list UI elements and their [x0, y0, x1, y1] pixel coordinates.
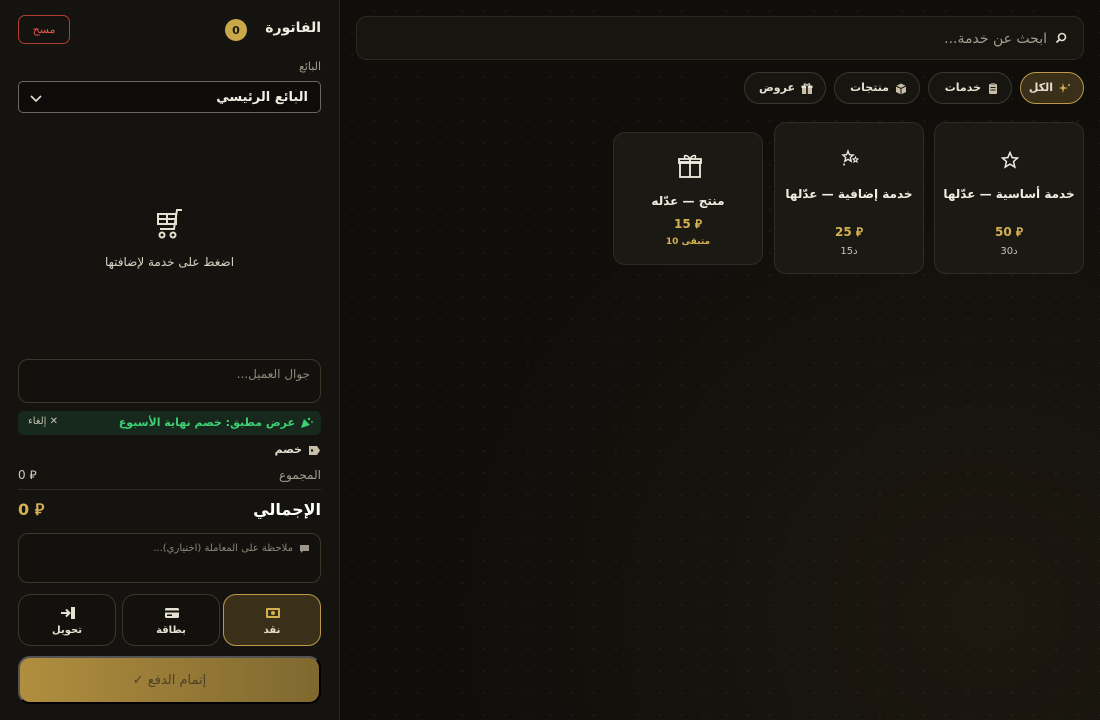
seller-selected-value: البائع الرئيسي — [216, 90, 308, 105]
discount-label: خصم — [274, 443, 302, 456]
party-icon — [301, 417, 313, 428]
payment-card-button[interactable]: بطاقة — [122, 594, 220, 646]
search-icon — [1055, 32, 1067, 44]
sparkle-icon — [1059, 83, 1070, 93]
payment-transfer-label: تحويل — [52, 625, 82, 636]
cart-icon — [157, 209, 182, 239]
filter-chip-label: الكل — [1028, 81, 1053, 94]
product-card[interactable]: خدمة أساسية — عدّلها 50 ⃁ 30د — [934, 122, 1084, 274]
product-card[interactable]: منتج — عدّله 15 ⃁ متبقى 10 — [613, 132, 763, 265]
invoice-panel: الفاتورة 0 مسح البائع البائع الرئيسي اضغ… — [0, 0, 340, 720]
sparkle-stars-icon — [841, 149, 859, 166]
total-label: الإجمالي — [253, 500, 321, 519]
tag-icon — [309, 446, 320, 455]
filter-chip-label: خدمات — [944, 81, 981, 94]
payment-cash-button[interactable]: نقد — [223, 594, 321, 646]
seller-select[interactable]: البائع الرئيسي — [18, 81, 321, 113]
card-name: منتج — عدّله — [651, 194, 725, 208]
empty-cart-message: اضغط على خدمة لإضافتها — [104, 255, 235, 269]
card-icon — [165, 608, 179, 618]
box-icon — [895, 83, 907, 95]
applied-offer-banner: عرض مطبق: خصم نهاية الأسبوع ✕ إلغاء — [18, 411, 321, 435]
total-value: 0 ⃁ — [18, 500, 45, 519]
clipboard-icon — [989, 83, 997, 94]
filter-chip-label: منتجات — [850, 81, 889, 94]
gift-icon — [801, 83, 813, 94]
card-duration: 15د — [840, 246, 858, 257]
filter-chip-offers[interactable]: عروض — [744, 72, 826, 104]
search-bar — [356, 16, 1084, 60]
catalog-area: الكل خدمات منتجات عر — [341, 0, 1100, 720]
invoice-title: الفاتورة — [265, 20, 321, 36]
checkout-button[interactable]: إتمام الدفع ✓ — [18, 656, 321, 704]
star-icon — [1001, 151, 1019, 169]
card-price: 50 ⃁ — [994, 225, 1023, 239]
card-price: 15 ⃁ — [673, 217, 702, 231]
filter-chip-services[interactable]: خدمات — [928, 72, 1012, 104]
card-name: خدمة إضافية — عدّلها — [785, 187, 913, 201]
subtotal-label: المجموع — [279, 468, 321, 482]
cash-icon — [266, 608, 280, 618]
transfer-icon — [61, 607, 75, 619]
payment-cash-label: نقد — [263, 625, 281, 636]
cancel-offer-button[interactable]: ✕ إلغاء — [28, 416, 58, 427]
payment-card-label: بطاقة — [156, 625, 186, 636]
chevron-down-icon — [30, 95, 42, 103]
speech-bubble-icon — [300, 545, 309, 553]
payment-transfer-button[interactable]: تحويل — [18, 594, 116, 646]
filter-chip-all[interactable]: الكل — [1020, 72, 1084, 104]
card-name: خدمة أساسية — عدّلها — [943, 187, 1075, 201]
divider — [18, 489, 321, 490]
card-duration: 30د — [1000, 246, 1018, 257]
customer-phone-input[interactable] — [18, 359, 321, 403]
clear-invoice-button[interactable]: مسح — [18, 15, 70, 44]
note-placeholder: ملاحظة على المعاملة (اختياري)... — [153, 543, 293, 554]
invoice-count-badge: 0 — [225, 19, 247, 41]
filter-chip-label: عروض — [759, 81, 795, 94]
filter-chip-products[interactable]: منتجات — [834, 72, 920, 104]
pos-app: الفاتورة 0 مسح البائع البائع الرئيسي اضغ… — [0, 0, 1100, 720]
subtotal-value: 0 ⃁ — [18, 468, 37, 482]
invoice-header: الفاتورة 0 مسح — [18, 15, 321, 44]
card-price: 25 ⃁ — [834, 225, 863, 239]
product-card[interactable]: خدمة إضافية — عدّلها 25 ⃁ 15د — [774, 122, 924, 274]
search-input[interactable] — [369, 28, 1047, 50]
card-stock: متبقى 10 — [665, 237, 711, 247]
transaction-note-input[interactable]: ملاحظة على المعاملة (اختياري)... — [18, 533, 321, 583]
seller-label: البائع — [299, 60, 321, 73]
gift-box-icon — [678, 154, 702, 178]
applied-offer-text: عرض مطبق: خصم نهاية الأسبوع — [118, 416, 295, 429]
